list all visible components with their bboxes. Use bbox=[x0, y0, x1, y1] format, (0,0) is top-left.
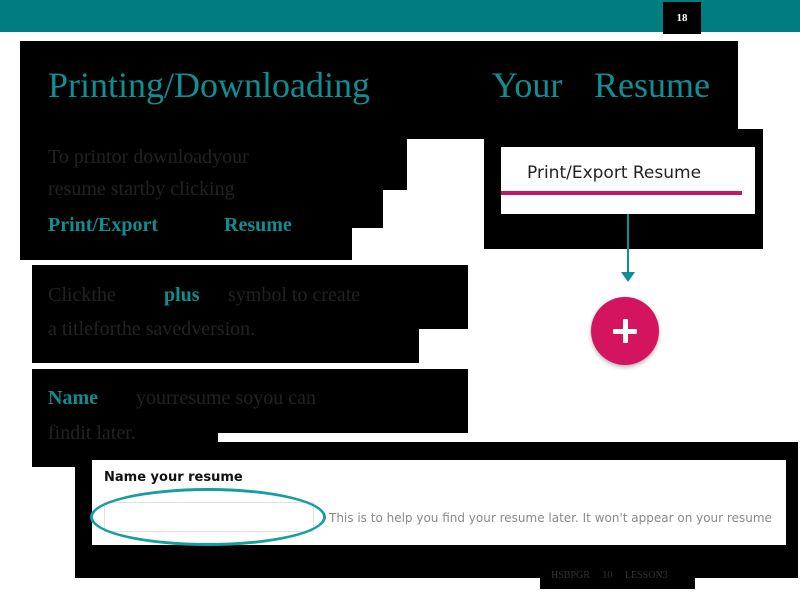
step3-line1: yourresume soyou can bbox=[136, 387, 316, 409]
footer: HSBPGR 10 LESSON3 bbox=[551, 570, 678, 581]
add-version-button[interactable] bbox=[591, 297, 659, 365]
footer-lesson: LESSON3 bbox=[624, 570, 668, 581]
name-resume-header: Name your resume bbox=[104, 470, 243, 485]
highlight-ellipse bbox=[90, 488, 326, 546]
title-word-your: Your bbox=[492, 65, 563, 105]
step2-line2: a titleforthe savedversion. bbox=[48, 318, 256, 340]
page-number: 18 bbox=[663, 2, 701, 34]
footer-unit: 10 bbox=[602, 570, 613, 581]
step1-line2: resume startby clicking bbox=[48, 178, 235, 200]
title-word-printing: Printing/Downloading bbox=[48, 65, 370, 105]
step2-bold-plus: plus bbox=[164, 284, 200, 306]
page-title: Printing/Downloading Your Resume bbox=[48, 64, 710, 106]
step2-line1-c: symbol to create bbox=[228, 284, 361, 306]
step1-line1: To printor downloadyour bbox=[48, 146, 249, 168]
step2-line1-a: Clickthe bbox=[48, 284, 116, 306]
footer-code: HSBPGR bbox=[551, 570, 590, 581]
arrow-head-icon bbox=[621, 272, 635, 282]
arrow-down-icon bbox=[627, 214, 629, 274]
step1-bold-print-export: Print/Export bbox=[48, 214, 158, 236]
resume-name-hint: This is to help you find your resume lat… bbox=[329, 511, 772, 525]
step3-bold-name: Name bbox=[48, 387, 98, 409]
active-underline bbox=[501, 191, 742, 195]
title-word-resume: Resume bbox=[594, 65, 710, 105]
print-export-label: Print/Export Resume bbox=[527, 163, 702, 183]
step1-bold-resume: Resume bbox=[224, 214, 292, 236]
print-export-resume-button[interactable]: Print/Export Resume bbox=[501, 147, 755, 214]
